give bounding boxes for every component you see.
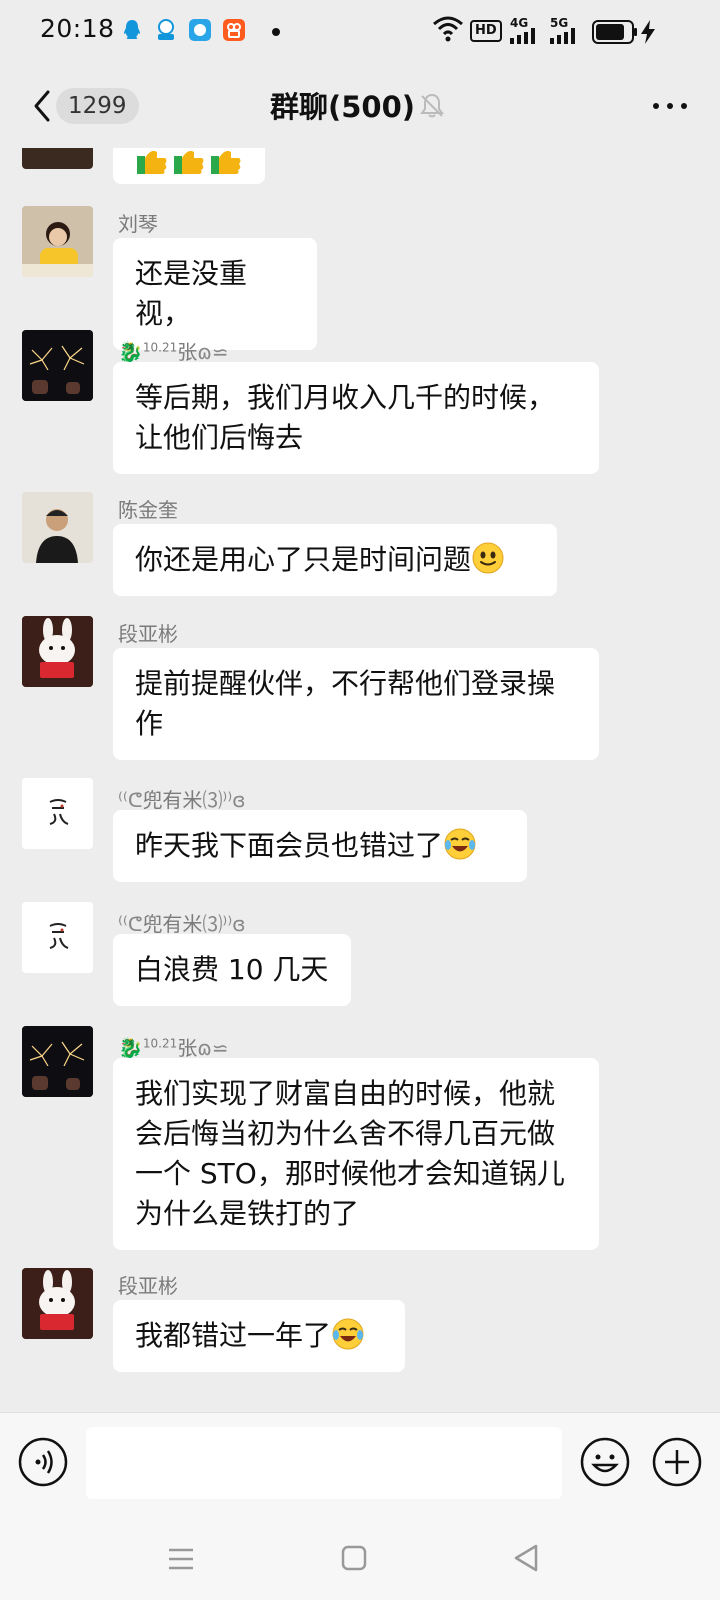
more-actions-plus-icon[interactable]: [652, 1437, 702, 1487]
decoration-icon: ɷ⋍: [197, 340, 229, 364]
voice-input-icon[interactable]: [18, 1437, 68, 1487]
message-text: 提前提醒伙伴，不行帮他们登录操作: [135, 667, 556, 740]
message-text: 还是没重视，: [135, 257, 248, 330]
sender-prefix: 10.21: [142, 1036, 178, 1051]
sender-name: 段亚彬: [118, 1274, 178, 1298]
decoration-icon: ⑶⁾⁾ɞ: [202, 912, 246, 936]
more-options-icon[interactable]: [650, 92, 690, 120]
sender-prefix: 10.21: [142, 340, 178, 355]
decoration-icon: ⁽⁽ᕦ: [118, 912, 143, 936]
message-text: 我们实现了财富自由的时候，他就会后悔当初为什么舍不得几百元做一个 STO，那时候…: [135, 1077, 565, 1230]
system-back-icon[interactable]: [512, 1542, 540, 1574]
calligraphy-avatar-icon: [22, 778, 93, 849]
user-photo-icon: [22, 492, 93, 563]
kuaishou-icon: [223, 19, 245, 41]
message-bubble[interactable]: 昨天我下面会员也错过了: [113, 810, 527, 882]
home-icon[interactable]: [340, 1544, 368, 1572]
wifi-icon: [433, 16, 463, 42]
message-bubble[interactable]: 等后期，我们月收入几千的时候，让他们后悔去: [113, 362, 599, 474]
sender-name-text: 兜有米: [142, 912, 203, 936]
message-text: 白浪费 10 几天: [135, 953, 329, 986]
sender-name-text: 张: [177, 340, 198, 364]
unread-count-badge[interactable]: 1299: [56, 88, 139, 124]
charging-icon: [641, 20, 655, 44]
battery-icon: [592, 20, 637, 44]
message-input[interactable]: [86, 1427, 562, 1499]
sender-name: 🐉10.21张ɷ⋍: [118, 336, 229, 365]
sender-name: ⁽⁽ᕦ兜有米⑶⁾⁾ɞ: [118, 908, 246, 937]
chat-header: 1299 群聊(500): [0, 64, 720, 148]
emoji-picker-icon[interactable]: [580, 1437, 630, 1487]
laugh-cry-emoji-icon: [444, 828, 476, 860]
avatar[interactable]: [22, 206, 93, 277]
sparkler-photo-icon: [22, 330, 93, 401]
dragon-icon: 🐉: [118, 340, 143, 364]
message-bubble[interactable]: 你还是用心了只是时间问题: [113, 524, 557, 596]
hd-badge: HD: [470, 20, 502, 42]
signal-icon: [510, 28, 535, 44]
avatar[interactable]: [22, 1026, 93, 1097]
bunny-avatar-icon: [22, 616, 93, 687]
laugh-cry-emoji-icon: [332, 1318, 364, 1350]
bunny-avatar-icon: [22, 1268, 93, 1339]
qq-icon: [124, 20, 140, 39]
message-bubble[interactable]: 我都错过一年了: [113, 1300, 405, 1372]
sparkler-photo-icon: [22, 1026, 93, 1097]
message-text: 等后期，我们月收入几千的时候，让他们后悔去: [135, 381, 556, 454]
decoration-icon: ⑶⁾⁾ɞ: [202, 788, 246, 812]
system-nav-bar: [0, 1516, 720, 1600]
sender-name: 段亚彬: [118, 622, 178, 646]
calligraphy-avatar-icon: [22, 902, 93, 973]
mute-bell-icon: [420, 93, 444, 118]
message-bubble[interactable]: 我们实现了财富自由的时候，他就会后悔当初为什么舍不得几百元做一个 STO，那时候…: [113, 1058, 599, 1250]
status-time: 20:18: [40, 14, 115, 43]
dragon-icon: 🐉: [118, 1036, 143, 1060]
decoration-icon: ⁽⁽ᕦ: [118, 788, 143, 812]
avatar[interactable]: [22, 330, 93, 401]
thumbs-up-emoji: [137, 150, 241, 174]
status-bar: 20:18 HD 4G 5G: [0, 0, 720, 64]
avatar[interactable]: [22, 902, 93, 973]
back-arrow-icon[interactable]: [28, 86, 58, 126]
avatar[interactable]: [22, 778, 93, 849]
avatar[interactable]: [22, 616, 93, 687]
message-bubble[interactable]: 白浪费 10 几天: [113, 934, 351, 1006]
avatar[interactable]: [22, 1268, 93, 1339]
decoration-icon: ɷ⋍: [197, 1036, 229, 1060]
avatar[interactable]: [22, 148, 93, 169]
input-bar: [0, 1412, 720, 1516]
smile-emoji-icon: [472, 542, 504, 574]
sender-name: 刘琴: [118, 212, 158, 236]
notification-dot: [272, 28, 280, 36]
message-bubble[interactable]: [113, 148, 265, 184]
recent-apps-icon[interactable]: [166, 1544, 196, 1574]
qq-contact-icon: [158, 19, 174, 40]
sender-name: 陈金奎: [118, 498, 178, 522]
avatar[interactable]: [22, 492, 93, 563]
message-text: 你还是用心了只是时间问题: [135, 543, 472, 576]
user-photo-icon: [22, 206, 93, 277]
message-text: 昨天我下面会员也错过了: [135, 829, 444, 862]
sender-name-text: 张: [177, 1036, 198, 1060]
signal-icon: [550, 28, 575, 44]
mail-app-icon: [189, 19, 211, 41]
message-list[interactable]: 刘琴 还是没重视， 🐉10.21张ɷ⋍ 等后期，我们月收入几千的时候，让他们后悔…: [0, 148, 720, 1412]
sender-name: ⁽⁽ᕦ兜有米⑶⁾⁾ɞ: [118, 784, 246, 813]
chat-title: 群聊(500): [270, 90, 416, 124]
message-text: 我都错过一年了: [135, 1319, 332, 1352]
message-bubble[interactable]: 还是没重视，: [113, 238, 317, 350]
sender-name: 🐉10.21张ɷ⋍: [118, 1032, 229, 1061]
sender-name-text: 兜有米: [142, 788, 203, 812]
message-bubble[interactable]: 提前提醒伙伴，不行帮他们登录操作: [113, 648, 599, 760]
